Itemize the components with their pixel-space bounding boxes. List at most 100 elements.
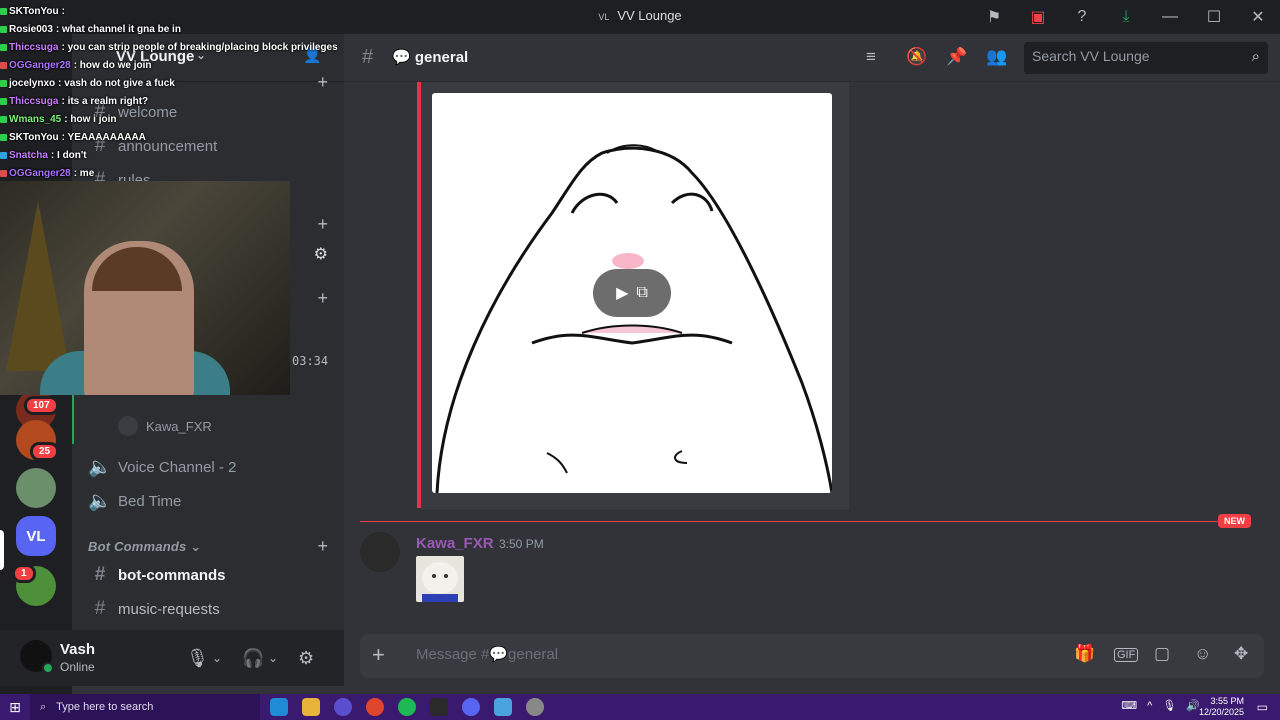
members-icon[interactable]: 👥 — [986, 47, 1007, 67]
add-channel-icon[interactable]: + — [317, 214, 328, 235]
chevron-down-icon[interactable]: ⌄ — [212, 651, 222, 665]
channel-title-text: general — [414, 49, 469, 66]
chat-user: Wmans_45 — [9, 113, 62, 125]
headphones-icon[interactable]: 🎧 — [242, 648, 264, 669]
app-icon[interactable] — [430, 698, 448, 716]
badge-icon — [0, 25, 7, 33]
chat-text: : how do we join — [73, 59, 152, 71]
server-icon[interactable] — [16, 468, 56, 508]
channel-label: music-requests — [118, 600, 220, 618]
play-icon: ▶ — [616, 285, 629, 302]
spotify-icon[interactable] — [398, 698, 416, 716]
apps-icon[interactable]: ✥ — [1234, 644, 1248, 664]
download-icon[interactable]: ⤓ — [1104, 0, 1148, 34]
microphone-icon[interactable]: 🎙 — [1162, 699, 1176, 712]
volume-icon[interactable]: 🔊 — [1186, 699, 1200, 712]
online-status-dot — [42, 662, 54, 674]
channel-bot-commands[interactable]: # bot-commands — [88, 559, 226, 591]
play-button[interactable]: ▶ ⧉ — [593, 269, 671, 317]
avatar[interactable] — [360, 532, 400, 572]
discord-icon[interactable] — [462, 698, 480, 716]
avatar — [118, 416, 138, 436]
windows-start-icon[interactable]: ⊞ — [0, 699, 30, 716]
help-icon[interactable]: ? — [1060, 0, 1104, 34]
server-vv-lounge[interactable]: VL — [16, 516, 56, 556]
badge-icon — [0, 43, 7, 51]
new-messages-tag: NEW — [1218, 514, 1251, 528]
app-icon[interactable] — [526, 698, 544, 716]
chevron-up-icon[interactable]: ^ — [1147, 700, 1152, 712]
message-image[interactable] — [416, 556, 464, 602]
taskbar-search[interactable]: ⌕ Type here to search — [30, 694, 260, 720]
voice-user[interactable]: Kawa_FXR — [118, 416, 212, 436]
user-name: Vash — [60, 641, 96, 658]
channel-label: Bed Time — [118, 492, 182, 510]
user-panel: Vash Online 🎙 ⌄ 🎧 ⌄ ⚙ — [0, 630, 344, 686]
badge-icon — [0, 115, 7, 123]
taskbar-search-placeholder: Type here to search — [56, 701, 154, 713]
badge-icon — [0, 61, 7, 69]
keyboard-icon[interactable]: ⌨ — [1121, 699, 1137, 712]
screen-icon[interactable]: ▣ — [1016, 0, 1060, 34]
active-server-pill — [0, 530, 4, 570]
chat-user: SKTonYou — [9, 131, 59, 143]
search-icon: ⌕ — [1251, 48, 1260, 65]
timer-text: 03:34 — [292, 354, 329, 368]
chat-line: Wmans_45: how i join — [0, 110, 350, 128]
badge-icon — [0, 133, 7, 141]
chat-user: SKTonYou — [9, 5, 59, 17]
search-box[interactable]: ⌕ — [1024, 42, 1268, 74]
speaker-icon: 🔈 — [88, 457, 112, 478]
voice-channel-bed-time[interactable]: 🔈 Bed Time — [88, 485, 181, 517]
settings-icon[interactable]: ⚙ — [314, 244, 328, 264]
threads-icon[interactable]: ≡ — [866, 47, 876, 67]
chat-text: : me — [73, 167, 95, 179]
chat-user: OGGanger28 — [9, 167, 71, 179]
search-input[interactable] — [1032, 48, 1232, 64]
taskbar-clock[interactable]: 3:55 PM 12/20/2025 — [1199, 696, 1244, 718]
maximize-icon[interactable]: ☐ — [1192, 0, 1236, 34]
file-explorer-icon[interactable] — [302, 698, 320, 716]
add-channel-icon[interactable]: + — [317, 288, 328, 309]
chat-text: : you can strip people of breaking/placi… — [61, 41, 338, 53]
stream-chat-overlay: SKTonYou: Rosie003: what channel it gna … — [0, 2, 350, 182]
pin-icon[interactable]: 📌 — [946, 47, 967, 67]
hash-icon: # — [362, 46, 374, 68]
close-icon[interactable]: ✕ — [1236, 0, 1280, 34]
emoji-icon[interactable]: ☺ — [1194, 644, 1211, 664]
notifications-icon[interactable]: ▭ — [1257, 700, 1268, 714]
chat-line: jocelynxo: vash do not give a fuck — [0, 74, 350, 92]
chat-user: OGGanger28 — [9, 59, 71, 71]
gif-icon[interactable]: GIF — [1114, 648, 1139, 662]
channel-music-requests[interactable]: # music-requests — [88, 593, 220, 625]
chevron-down-icon[interactable]: ⌄ — [268, 651, 278, 665]
chrome-icon[interactable] — [366, 698, 384, 716]
minimize-icon[interactable]: — — [1148, 0, 1192, 34]
mute-bell-icon[interactable]: 🔕 — [906, 47, 927, 67]
chat-text: : — [61, 5, 65, 17]
flag-icon[interactable]: ⚑ — [972, 0, 1016, 34]
chat-line: Thiccsuga: its a realm right? — [0, 92, 350, 110]
message-input[interactable] — [416, 646, 1016, 663]
add-channel-icon[interactable]: + — [317, 536, 328, 557]
attach-plus-icon[interactable]: + — [372, 642, 385, 668]
gift-icon[interactable]: 🎁 — [1074, 644, 1095, 664]
message-author[interactable]: Kawa_FXR — [416, 535, 494, 552]
app-icon[interactable] — [494, 698, 512, 716]
voice-user-name: Kawa_FXR — [146, 418, 212, 434]
chat-line: Snatcha: I don't — [0, 146, 350, 164]
sticker-icon[interactable]: ▢ — [1154, 644, 1170, 664]
video-embed[interactable]: ▶ ⧉ — [432, 93, 832, 493]
edge-icon[interactable] — [270, 698, 288, 716]
chat-user: jocelynxo — [9, 77, 56, 89]
voice-channel-2[interactable]: 🔈 Voice Channel - 2 — [88, 451, 236, 483]
category-label: Bot Commands — [88, 539, 187, 554]
badge-icon — [0, 151, 7, 159]
chat-line: Rosie003: what channel it gna be in — [0, 20, 350, 38]
app-icon[interactable] — [334, 698, 352, 716]
user-settings-icon[interactable]: ⚙ — [298, 648, 314, 669]
microphone-icon[interactable]: 🎙 — [186, 648, 209, 669]
category-bot-commands[interactable]: Bot Commands ⌄ — [88, 539, 201, 555]
chat-line: OGGanger28: how do we join — [0, 56, 350, 74]
badge-icon — [0, 97, 7, 105]
